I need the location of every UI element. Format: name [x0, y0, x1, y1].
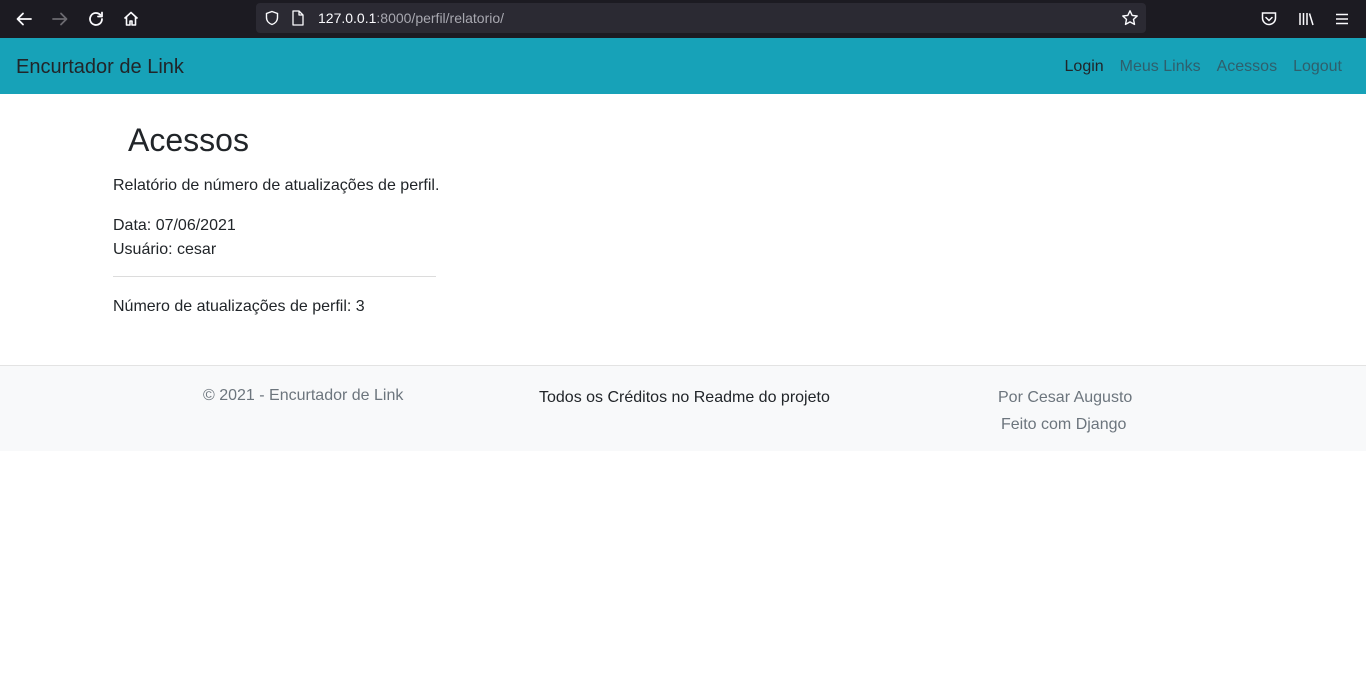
url-bar[interactable]: 127.0.0.1:8000/perfil/relatorio/	[256, 3, 1146, 33]
page-icon	[286, 6, 310, 30]
shield-icon[interactable]	[260, 6, 284, 30]
nav-link-logout[interactable]: Logout	[1293, 58, 1342, 76]
nav-link-meus-links[interactable]: Meus Links	[1120, 58, 1201, 76]
footer-credits: Todos os Créditos no Readme do projeto	[539, 389, 830, 406]
menu-icon[interactable]	[1330, 7, 1354, 31]
url-text[interactable]: 127.0.0.1:8000/perfil/relatorio/	[318, 10, 504, 26]
back-icon[interactable]	[12, 7, 36, 31]
report-description: Relatório de número de atualizações de p…	[113, 177, 440, 194]
library-icon[interactable]	[1294, 7, 1318, 31]
footer-copyright: © 2021 - Encurtador de Link	[203, 387, 404, 404]
footer: © 2021 - Encurtador de Link Todos os Cré…	[0, 365, 1366, 451]
footer-author: Por Cesar Augusto	[998, 389, 1133, 406]
navbar: Encurtador de Link Login Meus Links Aces…	[0, 38, 1366, 94]
page-title: Acessos	[128, 122, 249, 158]
nav-link-acessos[interactable]: Acessos	[1217, 58, 1277, 76]
browser-toolbar: 127.0.0.1:8000/perfil/relatorio/	[0, 0, 1366, 38]
report-date: Data: 07/06/2021	[113, 217, 236, 234]
update-count: Número de atualizações de perfil: 3	[113, 298, 365, 315]
bookmark-star-icon[interactable]	[1118, 6, 1142, 30]
report-user: Usuário: cesar	[113, 241, 217, 258]
pocket-icon[interactable]	[1257, 7, 1281, 31]
nav-links: Login Meus Links Acessos Logout	[1065, 58, 1342, 76]
footer-made-with: Feito com Django	[1001, 416, 1127, 433]
reload-icon[interactable]	[84, 7, 108, 31]
url-path: :8000/perfil/relatorio/	[376, 10, 505, 26]
nav-link-login[interactable]: Login	[1065, 58, 1104, 76]
home-icon[interactable]	[119, 7, 143, 31]
divider	[113, 276, 436, 277]
url-host: 127.0.0.1	[318, 10, 377, 26]
forward-icon[interactable]	[48, 7, 72, 31]
navbar-brand[interactable]: Encurtador de Link	[16, 56, 184, 79]
